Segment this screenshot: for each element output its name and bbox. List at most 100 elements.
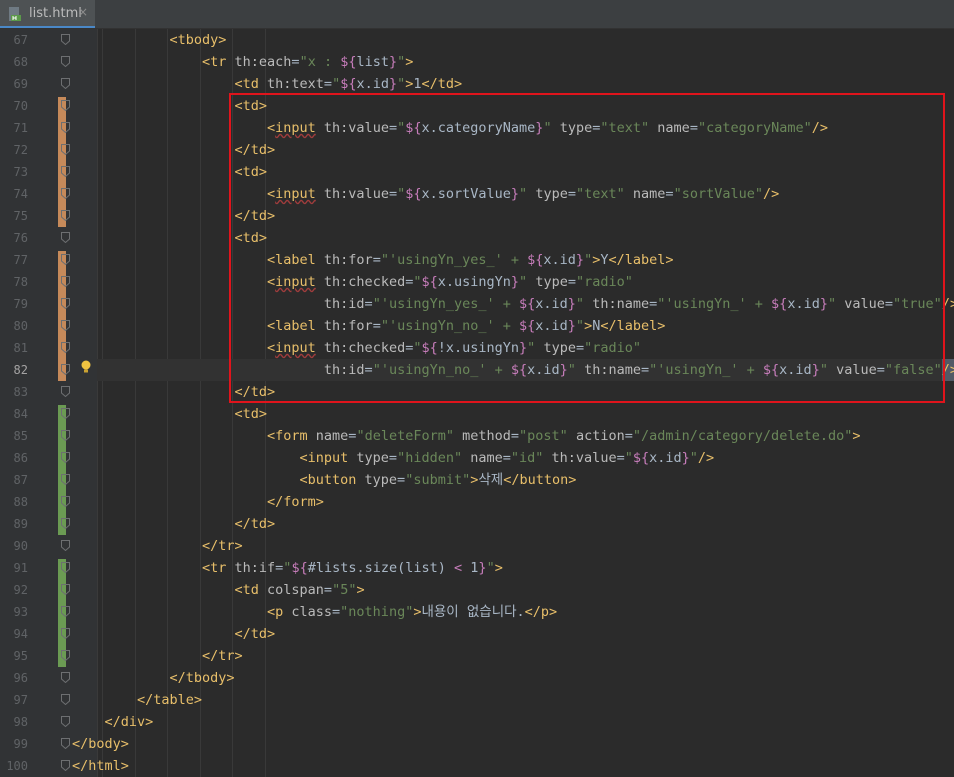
code-line[interactable]: 92 <td colspan="5"> xyxy=(0,579,954,601)
code-line[interactable]: 96 </tbody> xyxy=(0,667,954,689)
code-text: </form> xyxy=(267,494,324,510)
code-text: </td> xyxy=(234,516,276,532)
code-line[interactable]: 67 <tbody> xyxy=(0,29,954,51)
line-number: 95 xyxy=(13,649,28,663)
fold-marker-icon[interactable] xyxy=(61,188,70,199)
highlight-box xyxy=(229,93,945,403)
code-line[interactable]: 85 <form name="deleteForm" method="post" … xyxy=(0,425,954,447)
fold-marker-icon[interactable] xyxy=(61,144,70,155)
line-number: 96 xyxy=(13,671,28,685)
fold-marker-icon[interactable] xyxy=(61,364,70,375)
code-text: </td> xyxy=(234,626,276,642)
line-number: 87 xyxy=(13,473,28,487)
fold-marker-icon[interactable] xyxy=(61,518,70,529)
line-number: 97 xyxy=(13,693,28,707)
code-text: <tr th:if="${#lists.size(list) < 1}"> xyxy=(202,560,503,576)
fold-marker-icon[interactable] xyxy=(61,716,70,727)
fold-marker-icon[interactable] xyxy=(61,276,70,287)
code-line[interactable]: 95 </tr> xyxy=(0,645,954,667)
fold-marker-icon[interactable] xyxy=(61,298,70,309)
tab-list-html[interactable]: list.html × xyxy=(0,0,95,28)
fold-marker-icon[interactable] xyxy=(61,452,70,463)
code-text: </body> xyxy=(72,736,129,752)
fold-marker-icon[interactable] xyxy=(61,628,70,639)
lightbulb-icon[interactable] xyxy=(80,360,92,374)
fold-marker-icon[interactable] xyxy=(61,408,70,419)
line-number: 93 xyxy=(13,605,28,619)
fold-marker-icon[interactable] xyxy=(61,320,70,331)
line-number: 98 xyxy=(13,715,28,729)
line-number: 67 xyxy=(13,33,28,47)
code-text: </html> xyxy=(72,758,129,774)
code-line[interactable]: 91 <tr th:if="${#lists.size(list) < 1}"> xyxy=(0,557,954,579)
fold-marker-icon[interactable] xyxy=(61,760,70,771)
fold-marker-icon[interactable] xyxy=(61,430,70,441)
html-file-icon xyxy=(9,7,21,21)
fold-marker-icon[interactable] xyxy=(61,122,70,133)
code-line[interactable]: 68 <tr th:each="x : ${list}"> xyxy=(0,51,954,73)
code-line[interactable]: 86 <input type="hidden" name="id" th:valu… xyxy=(0,447,954,469)
close-icon[interactable]: × xyxy=(78,5,88,19)
fold-marker-icon[interactable] xyxy=(61,56,70,67)
fold-marker-icon[interactable] xyxy=(61,562,70,573)
line-number: 85 xyxy=(13,429,28,443)
line-number: 69 xyxy=(13,77,28,91)
line-number: 91 xyxy=(13,561,28,575)
code-text: <td th:text="${x.id}">1</td> xyxy=(234,76,463,92)
fold-marker-icon[interactable] xyxy=(61,496,70,507)
line-number: 89 xyxy=(13,517,28,531)
fold-marker-icon[interactable] xyxy=(61,342,70,353)
fold-marker-icon[interactable] xyxy=(61,386,70,397)
code-line[interactable]: 89 </td> xyxy=(0,513,954,535)
line-number: 92 xyxy=(13,583,28,597)
fold-marker-icon[interactable] xyxy=(61,584,70,595)
line-number: 73 xyxy=(13,165,28,179)
code-text: </table> xyxy=(137,692,203,708)
line-number: 71 xyxy=(13,121,28,135)
code-line[interactable]: 87 <button type="submit">삭제</button> xyxy=(0,469,954,491)
fold-marker-icon[interactable] xyxy=(61,738,70,749)
fold-marker-icon[interactable] xyxy=(61,210,70,221)
line-number: 70 xyxy=(13,99,28,113)
code-line[interactable]: 94 </td> xyxy=(0,623,954,645)
fold-marker-icon[interactable] xyxy=(61,474,70,485)
line-number: 94 xyxy=(13,627,28,641)
fold-marker-icon[interactable] xyxy=(61,606,70,617)
code-editor[interactable]: 67 <tbody> 68 <tr th:each="x : ${list}"> 69 <… xyxy=(0,29,954,777)
fold-marker-icon[interactable] xyxy=(61,34,70,45)
code-text: <input type="hidden" name="id" th:value=… xyxy=(299,450,715,466)
tab-filename: list.html xyxy=(29,6,82,21)
line-number: 99 xyxy=(13,737,28,751)
fold-marker-icon[interactable] xyxy=(61,100,70,111)
fold-marker-icon[interactable] xyxy=(61,78,70,89)
line-number: 80 xyxy=(13,319,28,333)
code-line[interactable]: 90 </tr> xyxy=(0,535,954,557)
line-number: 77 xyxy=(13,253,28,267)
code-line[interactable]: 99 </body> xyxy=(0,733,954,755)
code-line[interactable]: 88 </form> xyxy=(0,491,954,513)
code-line[interactable]: 97 </table> xyxy=(0,689,954,711)
line-number: 74 xyxy=(13,187,28,201)
fold-marker-icon[interactable] xyxy=(61,254,70,265)
code-text: </tr> xyxy=(202,538,243,554)
fold-marker-icon[interactable] xyxy=(61,694,70,705)
line-number: 83 xyxy=(13,385,28,399)
code-text: </tr> xyxy=(202,648,243,664)
code-line[interactable]: 98 </div> xyxy=(0,711,954,733)
code-text: <tbody> xyxy=(169,32,227,48)
code-line[interactable]: 84 <td> xyxy=(0,403,954,425)
code-text: </tbody> xyxy=(169,670,235,686)
line-number: 72 xyxy=(13,143,28,157)
fold-marker-icon[interactable] xyxy=(61,650,70,661)
fold-marker-icon[interactable] xyxy=(61,672,70,683)
code-line[interactable]: 93 <p class="nothing">내용이 없습니다.</p> xyxy=(0,601,954,623)
code-text: <tr th:each="x : ${list}"> xyxy=(202,54,414,70)
line-number: 81 xyxy=(13,341,28,355)
line-number: 79 xyxy=(13,297,28,311)
fold-marker-icon[interactable] xyxy=(61,540,70,551)
code-text: </div> xyxy=(104,714,154,730)
fold-marker-icon[interactable] xyxy=(61,232,70,243)
fold-marker-icon[interactable] xyxy=(61,166,70,177)
code-line[interactable]: 100 </html> xyxy=(0,755,954,777)
code-line[interactable]: 69 <td th:text="${x.id}">1</td> xyxy=(0,73,954,95)
